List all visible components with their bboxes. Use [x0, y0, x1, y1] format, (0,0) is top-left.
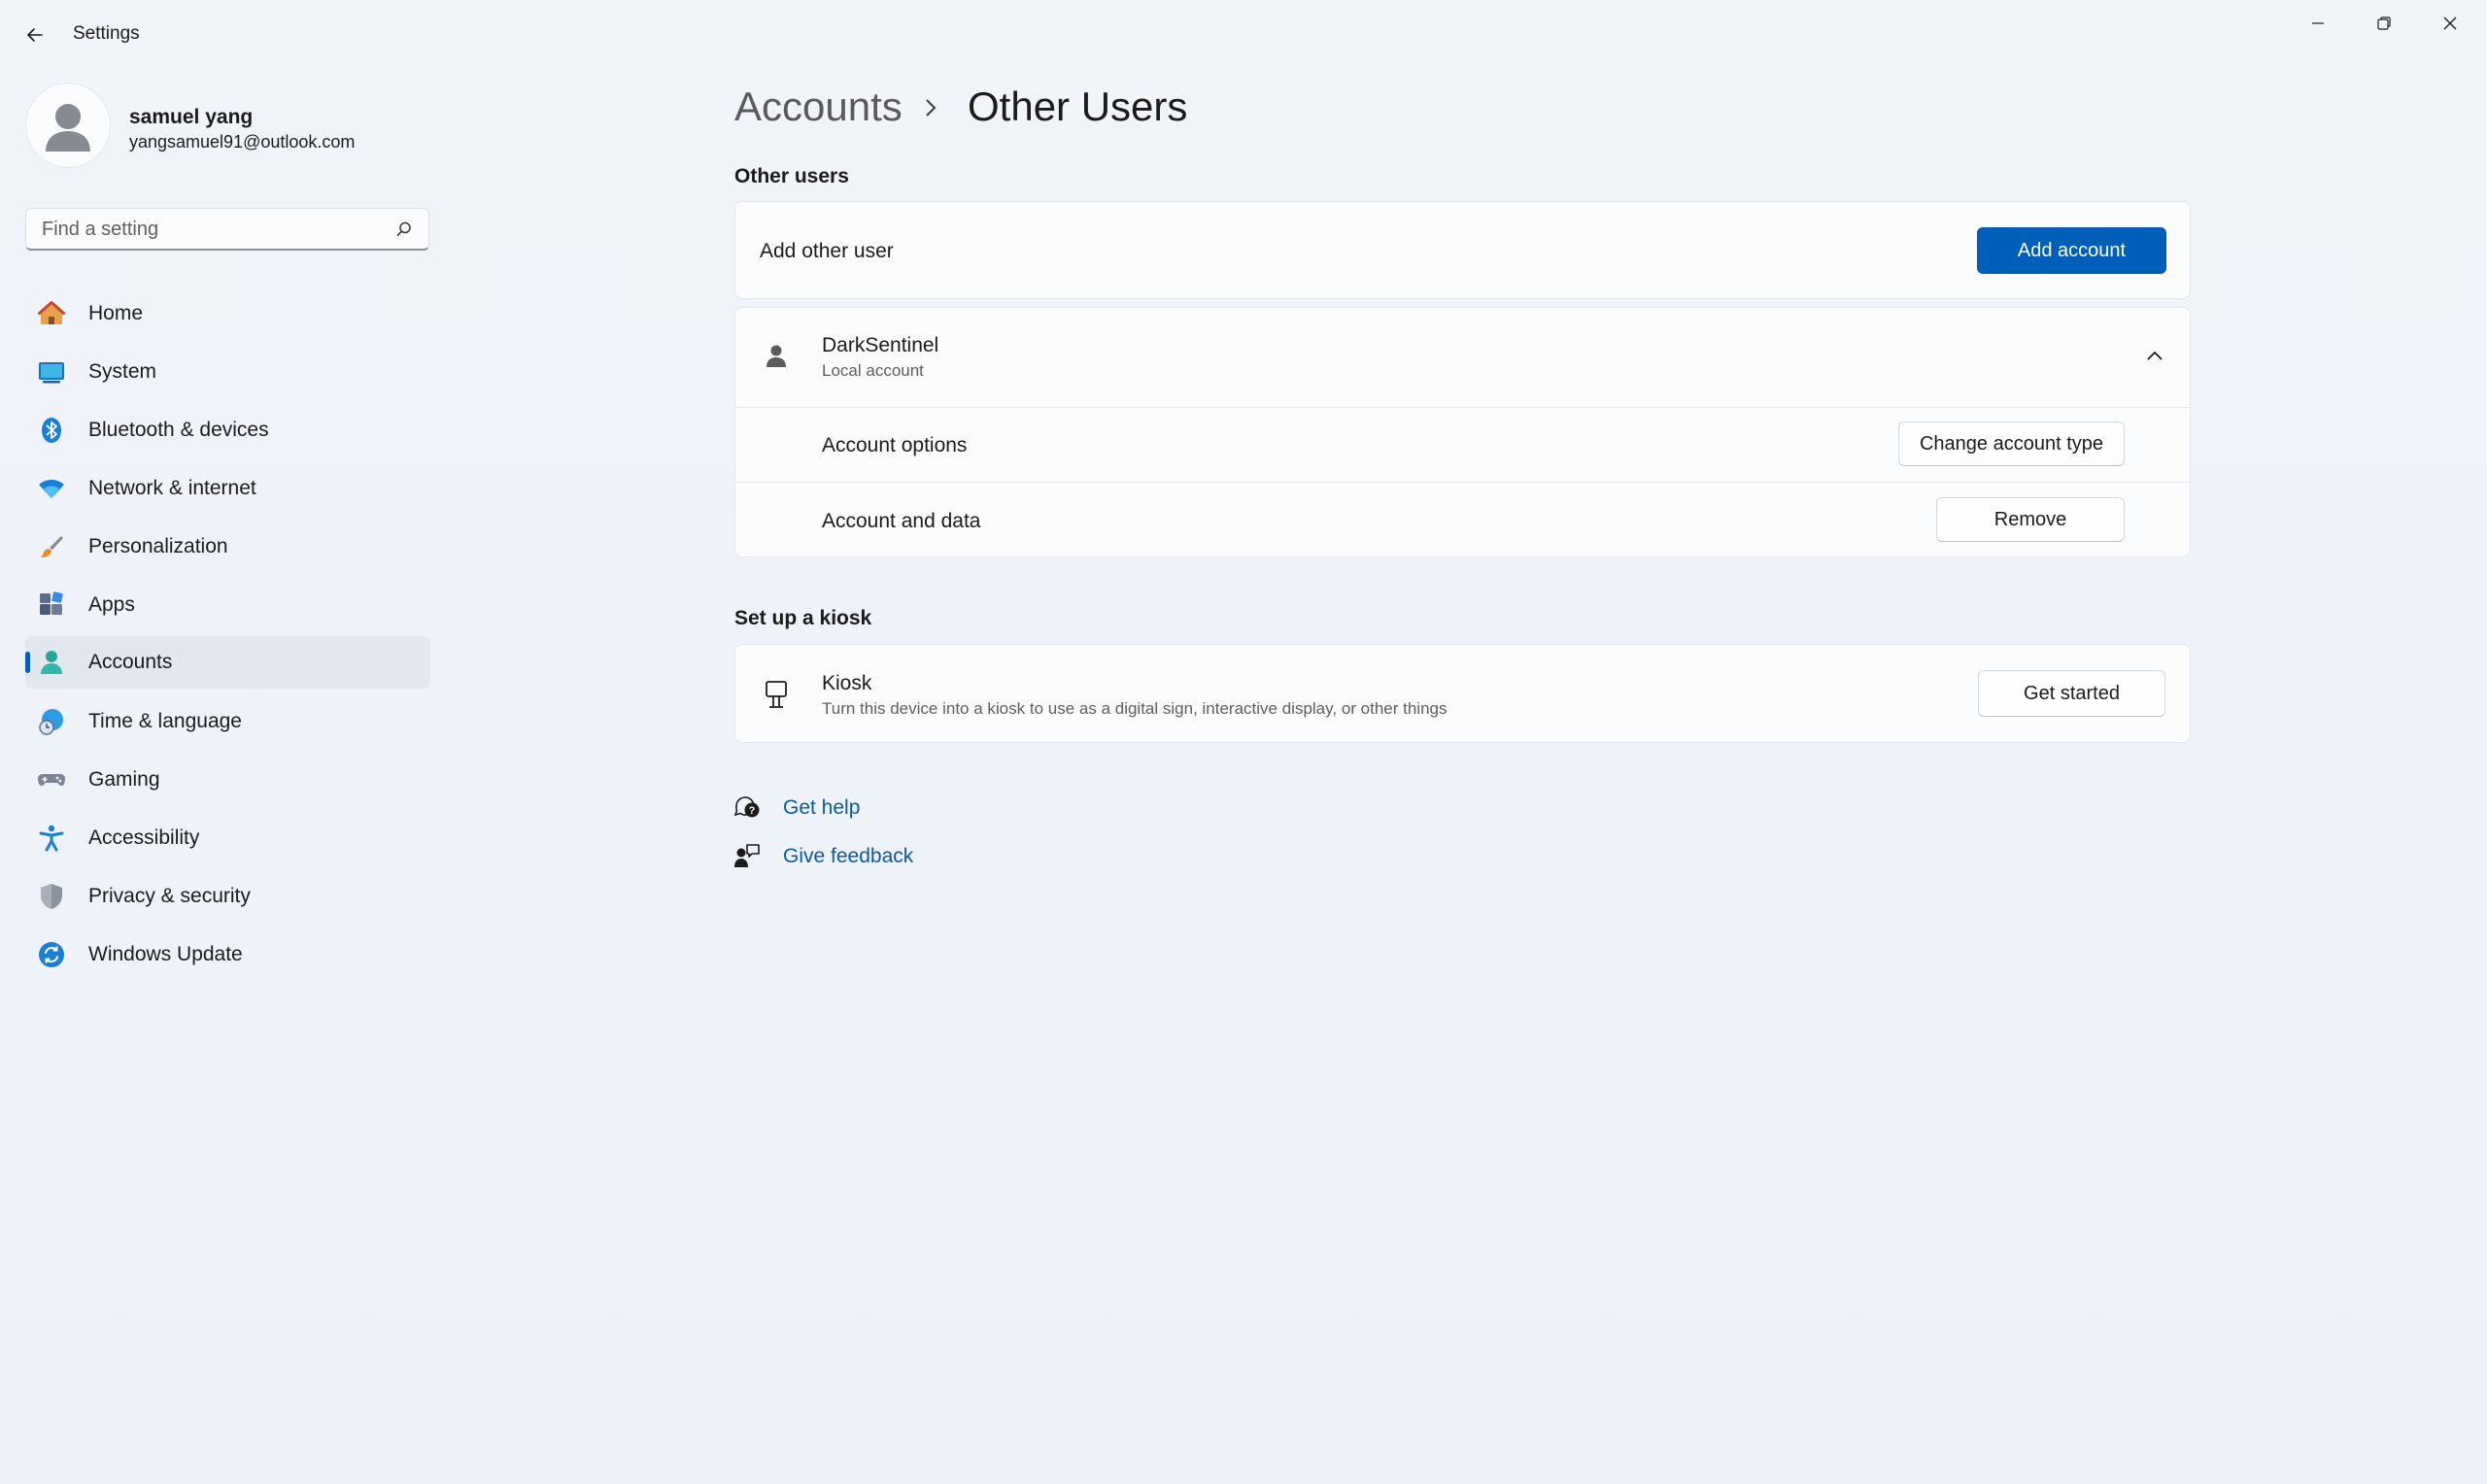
sidebar-item-label: Apps	[88, 593, 135, 616]
sidebar-item-label: Bluetooth & devices	[88, 419, 269, 441]
user-name: DarkSentinel	[822, 334, 939, 356]
sidebar-item-label: Home	[88, 302, 144, 324]
give-feedback-link[interactable]: Give feedback	[783, 845, 913, 868]
account-and-data-label: Account and data	[822, 510, 981, 532]
sidebar-item-label: Accessibility	[88, 826, 200, 849]
divider	[735, 482, 2190, 483]
section-title-other-users: Other users	[734, 165, 849, 187]
sidebar-item-label: Accounts	[88, 651, 173, 673]
accessibility-icon	[39, 825, 64, 852]
kiosk-card: Kiosk Turn this device into a kiosk to u…	[734, 644, 2191, 743]
close-icon	[2443, 17, 2457, 30]
remove-button[interactable]: Remove	[1936, 497, 2125, 542]
search-icon	[396, 221, 411, 236]
back-arrow-icon	[27, 28, 43, 42]
search-box[interactable]	[25, 208, 429, 251]
sidebar-item-apps[interactable]: Apps	[25, 579, 430, 631]
chevron-up-icon[interactable]	[2145, 349, 2164, 362]
close-button[interactable]	[2417, 6, 2483, 41]
sidebar-item-network-internet[interactable]: Network & internet	[25, 462, 430, 515]
sidebar-item-label: Personalization	[88, 535, 228, 557]
sidebar-item-accessibility[interactable]: Accessibility	[25, 812, 430, 864]
sidebar-item-windows-update[interactable]: Windows Update	[25, 928, 430, 981]
kiosk-description: Turn this device into a kiosk to use as …	[822, 699, 1448, 718]
user-avatar-icon	[46, 104, 90, 152]
add-user-card: Add other user Add account	[734, 201, 2191, 299]
chevron-right-icon	[926, 99, 937, 117]
minimize-button[interactable]	[2285, 6, 2351, 41]
sidebar-item-personalization[interactable]: Personalization	[25, 521, 430, 573]
avatar[interactable]	[26, 84, 110, 167]
gamepad-icon	[37, 773, 66, 786]
system-icon	[39, 362, 64, 384]
divider	[735, 407, 2190, 408]
shield-icon	[41, 884, 62, 909]
breadcrumb-parent[interactable]: Accounts	[734, 84, 903, 130]
add-account-button[interactable]: Add account	[1977, 227, 2166, 274]
sidebar-item-label: Windows Update	[88, 943, 243, 965]
user-icon	[767, 345, 786, 367]
sidebar-item-accounts[interactable]: Accounts	[25, 636, 430, 689]
sidebar-item-label: Time & language	[88, 710, 242, 732]
update-icon	[39, 942, 64, 967]
kiosk-title: Kiosk	[822, 672, 872, 694]
sidebar-item-label: System	[88, 360, 157, 383]
home-icon	[38, 301, 65, 324]
sidebar-item-home[interactable]: Home	[25, 287, 430, 340]
profile-name: samuel yang	[129, 106, 254, 128]
brush-icon	[41, 536, 63, 557]
user-account-type: Local account	[822, 361, 924, 380]
selection-indicator	[25, 652, 30, 673]
bluetooth-icon	[42, 418, 61, 443]
svg-text:?: ?	[749, 805, 756, 817]
app-title: Settings	[73, 23, 140, 44]
apps-icon	[40, 591, 63, 615]
sidebar-item-privacy-security[interactable]: Privacy & security	[25, 870, 430, 923]
profile-email: yangsamuel91@outlook.com	[129, 132, 356, 152]
sidebar-item-label: Network & internet	[88, 477, 256, 499]
time-language-icon	[39, 709, 63, 735]
get-help-link[interactable]: Get help	[783, 796, 860, 820]
search-input[interactable]	[40, 209, 393, 250]
wifi-icon	[39, 479, 64, 498]
change-account-type-button[interactable]: Change account type	[1898, 422, 2125, 466]
add-other-user-label: Add other user	[760, 240, 894, 262]
sidebar-item-label: Gaming	[88, 768, 160, 791]
account-options-label: Account options	[822, 434, 968, 456]
restore-button[interactable]	[2351, 6, 2417, 41]
sidebar-item-bluetooth-devices[interactable]: Bluetooth & devices	[25, 404, 430, 456]
help-icon: ?	[733, 796, 760, 818]
accounts-icon	[41, 651, 62, 674]
user-card-darksentinel: DarkSentinel Local account Account optio…	[734, 307, 2191, 557]
back-button[interactable]	[17, 17, 52, 52]
minimize-icon	[2312, 22, 2324, 24]
user-card-header[interactable]: DarkSentinel Local account	[735, 308, 2190, 407]
sidebar-item-gaming[interactable]: Gaming	[25, 754, 430, 806]
kiosk-icon	[766, 681, 787, 708]
sidebar-item-time-language[interactable]: Time & language	[25, 695, 430, 748]
restore-icon	[2377, 17, 2391, 30]
section-title-kiosk: Set up a kiosk	[734, 607, 872, 629]
sidebar-item-system[interactable]: System	[25, 346, 430, 398]
get-started-button[interactable]: Get started	[1978, 670, 2165, 717]
page-title: Other Users	[968, 84, 1188, 129]
sidebar-item-label: Privacy & security	[88, 885, 251, 907]
feedback-icon	[734, 844, 760, 867]
